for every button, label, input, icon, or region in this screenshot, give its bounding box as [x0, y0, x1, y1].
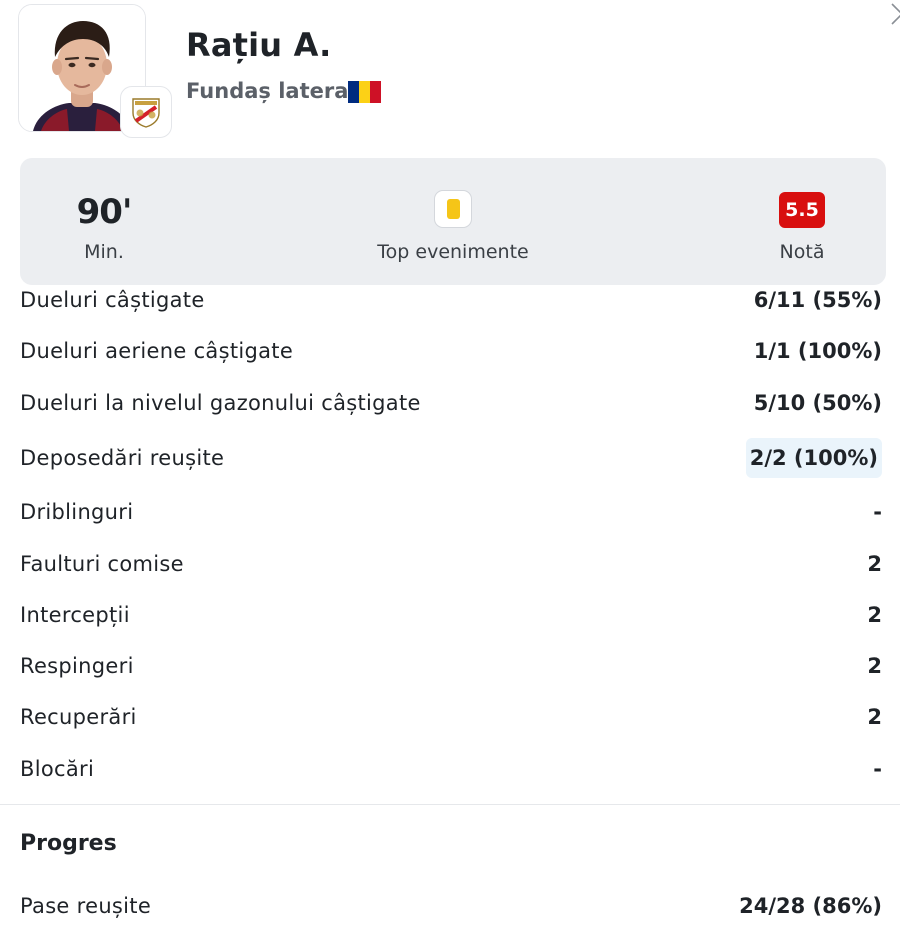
stat-row: Dueluri aeriene câștigate 1/1 (100%) — [20, 331, 882, 371]
match-summary-card: 90' Min. Top evenimente 5.5 Notă — [20, 158, 886, 285]
stat-value: - — [873, 757, 882, 781]
stat-label: Recuperări — [20, 705, 137, 729]
stat-value: 24/28 (86%) — [739, 894, 882, 918]
stat-row: Blocări - — [20, 749, 882, 789]
stat-row: Intercepții 2 — [20, 595, 882, 635]
close-button[interactable] — [886, 0, 900, 30]
flag-stripe — [348, 81, 359, 103]
rayo-vallecano-crest-icon — [132, 98, 160, 128]
stat-label: Driblinguri — [20, 500, 134, 524]
rating-badge: 5.5 — [779, 192, 825, 228]
minutes-value: 90' — [76, 192, 133, 232]
player-name: Rațiu A. — [186, 26, 332, 64]
flag-stripe — [370, 81, 381, 103]
minutes-label: Min. — [84, 241, 124, 263]
stat-row: Recuperări 2 — [20, 697, 882, 737]
stat-row: Driblinguri - — [20, 492, 882, 532]
stat-value: 2 — [867, 552, 882, 576]
flag-stripe — [359, 81, 370, 103]
stat-row: Pase reușite 24/28 (86%) — [20, 886, 882, 926]
rating-stat: 5.5 Notă — [752, 158, 852, 285]
yellow-card-icon — [446, 199, 460, 219]
top-events-stat[interactable]: Top evenimente — [353, 158, 553, 285]
stat-value: 2 — [867, 654, 882, 678]
stat-row: Faulturi comise 2 — [20, 544, 882, 584]
rating-label: Notă — [779, 241, 825, 263]
stat-label: Dueluri aeriene câștigate — [20, 339, 294, 363]
stat-value: 1/1 (100%) — [753, 339, 882, 363]
stat-label: Respingeri — [20, 654, 134, 678]
stat-label: Intercepții — [20, 603, 130, 627]
stat-row: Deposedări reușite 2/2 (100%) — [20, 438, 882, 478]
stat-value: 2 — [867, 705, 882, 729]
stat-label: Deposedări reușite — [20, 446, 225, 470]
close-icon — [891, 3, 900, 25]
stat-row: Respingeri 2 — [20, 646, 882, 686]
stat-value: 5/10 (50%) — [753, 391, 882, 415]
stat-label: Faulturi comise — [20, 552, 184, 576]
stat-label: Blocări — [20, 757, 95, 781]
stat-value: 2 — [867, 603, 882, 627]
player-position: Fundaș lateral — [186, 79, 356, 103]
stat-row: Dueluri câștigate 6/11 (55%) — [20, 280, 882, 320]
stat-value: - — [873, 500, 882, 524]
stat-label: Dueluri la nivelul gazonului câștigate — [20, 391, 421, 415]
stat-label: Pase reușite — [20, 894, 152, 918]
stat-label: Dueluri câștigate — [20, 288, 205, 312]
progress-section-title: Progres — [20, 831, 117, 856]
top-events-label: Top evenimente — [377, 241, 529, 263]
stat-row: Dueluri la nivelul gazonului câștigate 5… — [20, 383, 882, 423]
club-badge — [120, 86, 172, 138]
romania-flag-icon — [348, 81, 381, 103]
minutes-stat: 90' Min. — [20, 158, 188, 285]
event-card-box[interactable] — [434, 190, 472, 228]
stat-value: 6/11 (55%) — [753, 288, 882, 312]
stat-value-highlighted: 2/2 (100%) — [745, 438, 882, 478]
section-divider — [0, 804, 900, 805]
